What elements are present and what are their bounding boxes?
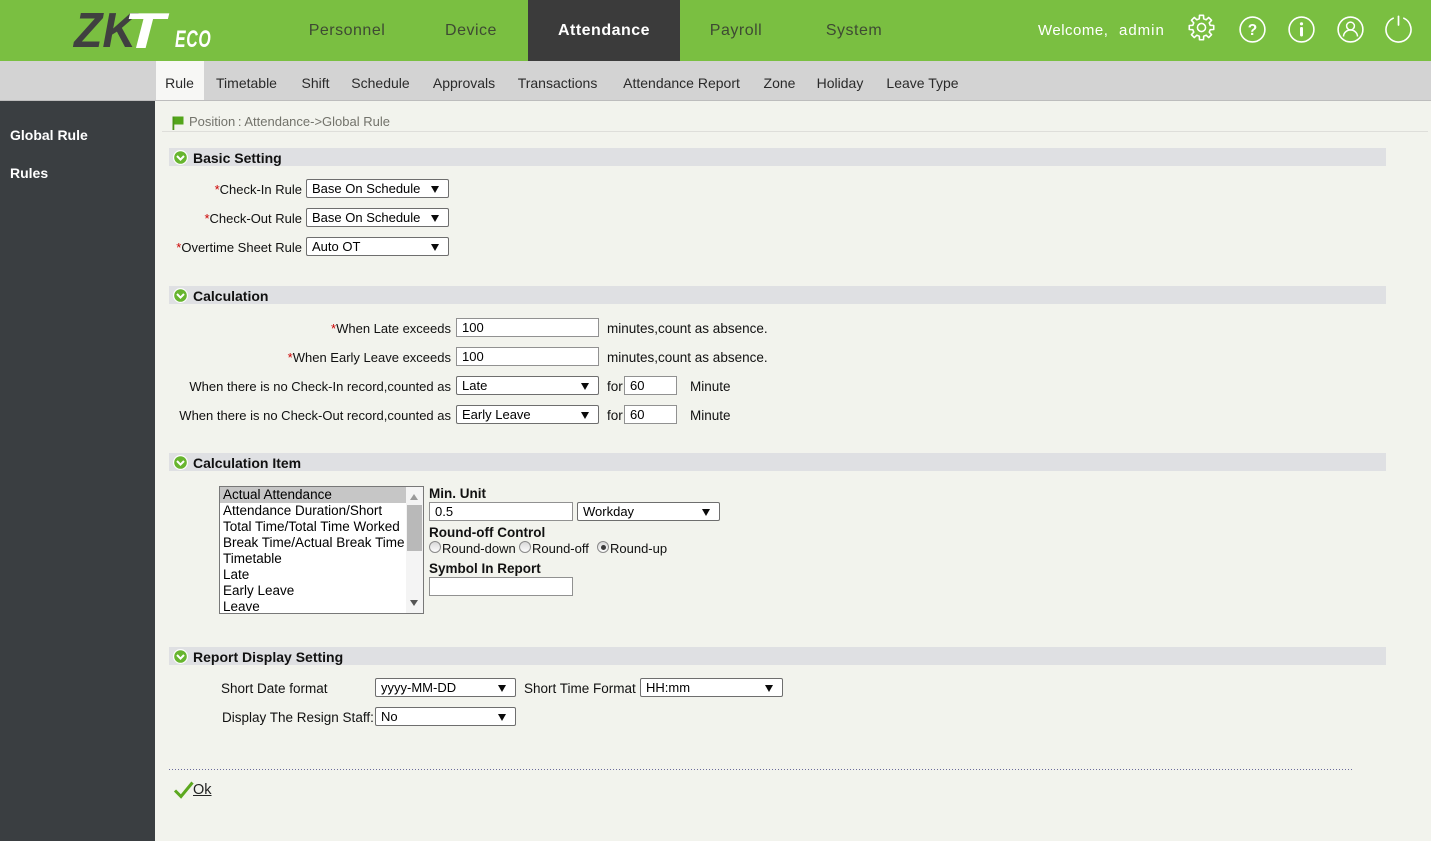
svg-text:?: ? xyxy=(1248,22,1257,39)
